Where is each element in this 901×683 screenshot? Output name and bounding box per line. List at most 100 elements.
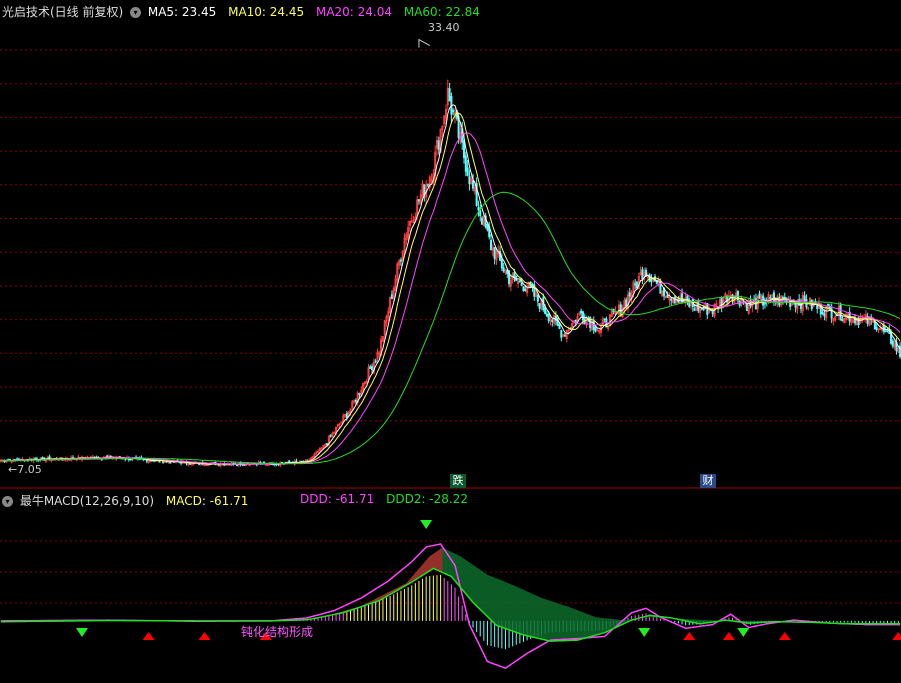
candle-body xyxy=(452,109,455,112)
candle-body xyxy=(198,463,201,466)
candle-body xyxy=(547,313,550,322)
candle-body xyxy=(536,294,539,302)
candle-body xyxy=(466,167,469,176)
event-marker-1[interactable]: 跌 xyxy=(450,474,466,488)
ddd-value: DDD: -61.71 xyxy=(300,492,375,506)
candle-body xyxy=(772,292,775,303)
macd-band xyxy=(0,547,901,642)
candle-body xyxy=(490,239,493,251)
annotations xyxy=(418,38,431,48)
high-price-pointer xyxy=(418,38,431,48)
candle-body xyxy=(513,272,516,278)
candle-body xyxy=(538,303,541,309)
candle-body xyxy=(41,457,44,460)
candle-body xyxy=(544,307,547,314)
candle-body xyxy=(471,180,475,189)
candle-body xyxy=(329,434,332,437)
candle-body xyxy=(580,310,583,314)
candle-body xyxy=(207,464,210,467)
candle-body xyxy=(493,247,496,259)
candle-body xyxy=(295,460,298,463)
ma5-label: MA5: 23.45 xyxy=(147,5,217,19)
toggle-icon[interactable]: ▾ xyxy=(130,7,142,18)
candle-body xyxy=(235,464,238,467)
candle-body xyxy=(374,360,377,363)
main-title: 光启技术(日线 前复权) xyxy=(2,5,124,19)
macd-panel xyxy=(0,520,901,670)
candle-body xyxy=(821,311,824,315)
candle-body xyxy=(560,330,563,338)
candle-body xyxy=(875,326,878,330)
candle-body xyxy=(345,413,348,418)
candle-body xyxy=(625,299,628,307)
buy-signal-icon xyxy=(198,632,211,640)
candle-body xyxy=(399,259,402,262)
macd-band-up xyxy=(271,547,443,621)
sell-signal-icon xyxy=(420,520,433,529)
moving-average-lines xyxy=(0,104,901,465)
ma60-line xyxy=(0,191,901,465)
ma60-label: MA60: 22.84 xyxy=(403,5,480,19)
candle-body xyxy=(594,326,597,332)
candle-body xyxy=(464,155,467,172)
candle-body xyxy=(502,267,505,272)
candle-body xyxy=(189,463,192,465)
macd-value: MACD: -61.71 xyxy=(165,494,249,508)
candle-body xyxy=(702,308,705,310)
candle-body xyxy=(371,366,374,371)
ddd2-value: DDD2: -28.22 xyxy=(386,492,468,506)
candle-body xyxy=(448,88,451,102)
candle-body xyxy=(641,269,644,280)
signal-text: 钝化结构形成 xyxy=(241,625,314,639)
sell-signal-icon xyxy=(75,628,88,637)
main-header: 光启技术(日线 前复权) ▾ MA5: 23.45 MA10: 24.45 MA… xyxy=(2,3,480,20)
buy-signal-icon xyxy=(778,632,791,640)
candle-body xyxy=(884,330,887,333)
candle-body xyxy=(426,183,430,186)
candle-body xyxy=(158,460,161,463)
ma10-label: MA10: 24.45 xyxy=(228,5,305,19)
low-price-label: ←7.05 xyxy=(8,463,42,476)
buy-signal-icon xyxy=(722,632,735,640)
macd-title: 最牛MACD(12,26,9,10) xyxy=(19,494,155,508)
candle-body xyxy=(354,399,357,403)
buy-signal-icon xyxy=(683,632,696,640)
candle-body xyxy=(670,298,673,301)
candle-body xyxy=(390,294,393,300)
candle-body xyxy=(563,334,566,337)
candle-body xyxy=(823,313,826,317)
event-marker-2[interactable]: 财 xyxy=(700,474,716,488)
candle-body xyxy=(826,303,830,306)
toggle-icon[interactable]: ▾ xyxy=(2,496,13,507)
candle-body xyxy=(479,210,482,217)
candle-body xyxy=(758,293,761,299)
ma20-label: MA20: 24.04 xyxy=(315,5,393,19)
candle-body xyxy=(486,223,489,231)
candle-body xyxy=(500,258,503,269)
candle-body xyxy=(763,302,766,305)
candle-body xyxy=(581,311,584,321)
candle-body xyxy=(524,289,527,291)
ddd2-line xyxy=(0,567,901,642)
candle-body xyxy=(803,295,806,302)
candle-body xyxy=(520,282,523,286)
candle-body xyxy=(169,461,172,464)
candle-body xyxy=(468,176,471,185)
candle-body xyxy=(437,140,440,150)
candle-body xyxy=(891,340,894,347)
candle-body xyxy=(358,392,361,395)
macd-header: ▾ 最牛MACD(12,26,9,10) MACD: -61.71 xyxy=(2,492,248,509)
sell-signal-icon xyxy=(737,628,750,637)
macd-header-2: DDD: -61.71 DDD2: -28.22 xyxy=(300,492,468,506)
ma10-line xyxy=(0,111,901,465)
sell-signal-icon xyxy=(638,628,651,637)
candle-body xyxy=(634,283,637,286)
candle-body xyxy=(745,303,748,312)
candle-body xyxy=(628,292,631,297)
candle-body xyxy=(545,313,548,317)
candle-body xyxy=(711,311,714,315)
low-price-value: 7.05 xyxy=(17,463,42,476)
candle-body xyxy=(769,297,772,299)
candle-body xyxy=(673,296,676,304)
high-price-label: 33.40 xyxy=(428,21,460,34)
